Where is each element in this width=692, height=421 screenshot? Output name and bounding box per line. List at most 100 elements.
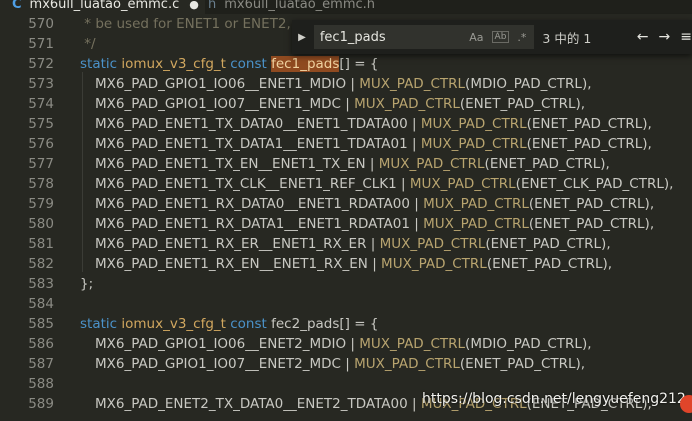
mux-macro: MUX_PAD_CTRL — [423, 196, 529, 212]
tab-bar: C mx6ull_luatao_emmc.c ● h mx6ull_luatao… — [0, 0, 692, 14]
code-line: MX6_PAD_GPIO1_IO06__ENET1_MDIO | MUX_PAD… — [95, 76, 592, 92]
pad-name: MX6_PAD_GPIO1_IO06__ENET2_MDIO — [95, 336, 347, 352]
tab-mx6ull-luatao-emmc-c[interactable]: C mx6ull_luatao_emmc.c ● — [0, 0, 205, 14]
line-number: 578 — [28, 176, 54, 192]
find-input[interactable]: fec1_pads Aa Ab .* — [313, 25, 535, 49]
code-line: MX6_PAD_GPIO1_IO07__ENET1_MDC | MUX_PAD_… — [95, 96, 586, 112]
unsaved-dot-icon[interactable]: ● — [189, 0, 199, 11]
pad-name: MX6_PAD_ENET1_TX_DATA1__ENET1_TDATA01 — [95, 136, 408, 152]
code-line: MX6_PAD_GPIO1_IO07__ENET2_MDC | MUX_PAD_… — [95, 356, 586, 372]
mux-argument: ENET_PAD_CTRL — [531, 136, 643, 152]
line-number-gutter: 570 571 572 573 574 575 576 577 578 579 580 581 582 5… — [0, 14, 64, 414]
arrow-left-icon[interactable]: ← — [637, 29, 649, 45]
pad-name: MX6_PAD_ENET2_TX_DATA0__ENET2_TDATA00 — [95, 396, 408, 412]
find-match-highlight: fec1_pads — [271, 56, 340, 72]
line-number: 583 — [28, 276, 54, 292]
csdn-logo-icon — [680, 395, 692, 413]
header-file-icon: h — [208, 0, 217, 12]
mux-argument: ENET_PAD_CTRL — [492, 256, 603, 272]
code-editor[interactable]: 570 571 572 573 574 575 576 577 578 579 580 581 582 5… — [0, 14, 692, 421]
menu-icon[interactable]: ≡ — [680, 29, 692, 45]
match-count: 3 中的 1 — [542, 30, 592, 46]
line-number: 570 — [28, 16, 54, 32]
pad-name: MX6_PAD_ENET1_TX_CLK__ENET1_REF_CLK1 — [95, 176, 397, 192]
line-number: 585 — [28, 316, 54, 332]
code-line: MX6_PAD_ENET1_TX_DATA1__ENET1_TDATA01 | … — [95, 136, 652, 152]
keyword-static: static — [80, 56, 118, 72]
line-number: 582 — [28, 256, 54, 272]
fec1-pads-body: MX6_PAD_GPIO1_IO06__ENET1_MDIO | MUX_PAD… — [80, 74, 673, 274]
regex-icon[interactable]: .* — [517, 31, 526, 44]
code-line: MX6_PAD_ENET1_TX_EN__ENET1_TX_EN | MUX_P… — [95, 156, 610, 172]
pad-name: MX6_PAD_GPIO1_IO07__ENET2_MDC — [95, 356, 341, 372]
code-area[interactable]: * be used for ENET1 or ENET2, */ static … — [80, 14, 673, 414]
chevron-right-icon[interactable]: ▶ — [292, 32, 312, 43]
mux-argument: ENET_PAD_CTRL — [534, 196, 645, 212]
mux-argument: ENET_CLK_PAD_CTRL — [520, 176, 664, 192]
code-line: MX6_PAD_ENET1_TX_CLK__ENET1_REF_CLK1 | M… — [95, 176, 674, 192]
mux-argument: ENET_PAD_CTRL — [534, 216, 645, 232]
pad-name: MX6_PAD_ENET1_RX_ER__ENET1_RX_ER — [95, 236, 367, 252]
arrow-right-icon[interactable]: → — [659, 29, 671, 45]
mux-macro: MUX_PAD_CTRL — [420, 116, 527, 132]
keyword-static: static — [80, 316, 118, 332]
pad-name: MX6_PAD_ENET1_RX_EN__ENET1_RX_EN — [95, 256, 368, 272]
mux-argument: ENET_PAD_CTRL — [490, 236, 602, 252]
code-line-572: static iomux_v3_cfg_t const fec1_pads[] … — [80, 54, 673, 74]
line-number: 574 — [28, 96, 54, 112]
line-number: 580 — [28, 216, 54, 232]
mux-macro: MUX_PAD_CTRL — [379, 236, 486, 252]
fec2-pads-body: MX6_PAD_GPIO1_IO06__ENET2_MDIO | MUX_PAD… — [80, 334, 673, 374]
line-number: 573 — [28, 76, 54, 92]
code-line-583: }; — [80, 276, 94, 292]
code-line-585: static iomux_v3_cfg_t const fec2_pads[] … — [80, 314, 673, 334]
line-number: 586 — [28, 336, 54, 352]
keyword-const: const — [230, 56, 267, 72]
decl-tail: [] = { — [339, 316, 379, 332]
decl-tail: [] = { — [339, 56, 379, 72]
line-number: 588 — [28, 376, 54, 392]
pad-name: MX6_PAD_ENET1_RX_DATA1__ENET1_RDATA01 — [95, 216, 410, 232]
type-name: iomux_v3_cfg_t — [121, 56, 226, 72]
mux-argument: MDIO_PAD_CTRL — [470, 336, 582, 352]
code-line: MX6_PAD_ENET1_RX_DATA0__ENET1_RDATA00 | … — [95, 196, 655, 212]
pad-name: MX6_PAD_ENET1_TX_DATA0__ENET1_TDATA00 — [95, 116, 408, 132]
line-number: 589 — [28, 396, 54, 412]
c-file-icon: C — [12, 0, 22, 12]
match-case-icon[interactable]: Aa — [469, 31, 483, 44]
mux-macro: MUX_PAD_CTRL — [378, 156, 485, 172]
line-number: 577 — [28, 156, 54, 172]
code-line: MX6_PAD_ENET1_RX_DATA1__ENET1_RDATA01 | … — [95, 216, 655, 232]
code-line: MX6_PAD_GPIO1_IO06__ENET2_MDIO | MUX_PAD… — [95, 336, 592, 352]
pad-name: MX6_PAD_GPIO1_IO06__ENET1_MDIO — [95, 76, 347, 92]
type-name: iomux_v3_cfg_t — [121, 316, 226, 332]
keyword-const: const — [230, 316, 267, 332]
tab-label: mx6ull_luatao_emmc.c — [29, 0, 180, 12]
mux-macro: MUX_PAD_CTRL — [423, 216, 529, 232]
array-name: fec2_pads — [271, 316, 340, 332]
mux-macro: MUX_PAD_CTRL — [409, 176, 516, 192]
mux-argument: ENET_PAD_CTRL — [531, 116, 643, 132]
find-query[interactable]: fec1_pads — [320, 30, 469, 45]
pad-name: MX6_PAD_GPIO1_IO07__ENET1_MDC — [95, 96, 341, 112]
mux-macro: MUX_PAD_CTRL — [381, 256, 487, 272]
line-number: 587 — [28, 356, 54, 372]
tab-mx6ull-luatao-emmc-h[interactable]: h mx6ull_luatao_emmc.h — [208, 0, 375, 14]
watermark: https://blog.csdn.net/lengyuefeng212 — [422, 391, 686, 407]
line-number: 572 — [28, 56, 54, 72]
line-number: 576 — [28, 136, 54, 152]
mux-macro: MUX_PAD_CTRL — [420, 136, 527, 152]
line-number: 584 — [28, 296, 54, 312]
code-line: MX6_PAD_ENET1_TX_DATA0__ENET1_TDATA00 | … — [95, 116, 652, 132]
line-number: 571 — [28, 36, 54, 52]
line-number: 575 — [28, 116, 54, 132]
find-widget: ▶ fec1_pads Aa Ab .* 3 中的 1 ← → ≡ — [292, 20, 692, 54]
code-line: MX6_PAD_ENET1_RX_EN__ENET1_RX_EN | MUX_P… — [95, 256, 613, 272]
line-number: 581 — [28, 236, 54, 252]
mux-macro: MUX_PAD_CTRL — [359, 336, 466, 352]
pad-name: MX6_PAD_ENET1_RX_DATA0__ENET1_RDATA00 — [95, 196, 410, 212]
whole-word-icon[interactable]: Ab — [491, 31, 510, 43]
line-number: 579 — [28, 196, 54, 212]
mux-argument: ENET_PAD_CTRL — [489, 156, 601, 172]
